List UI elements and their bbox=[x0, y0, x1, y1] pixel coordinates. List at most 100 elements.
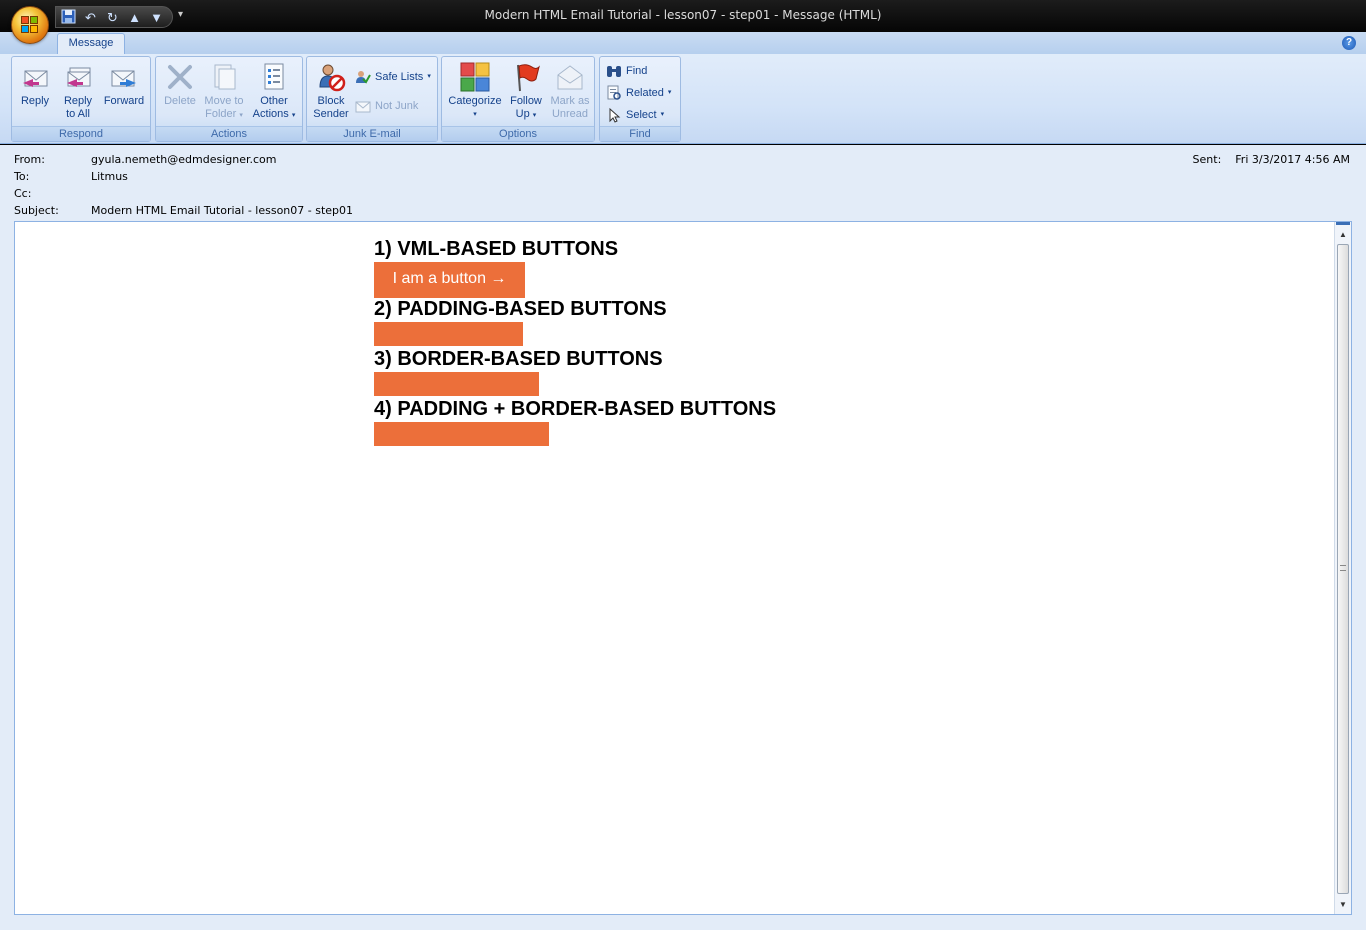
other-actions-button[interactable]: Other Actions ▾ bbox=[250, 61, 298, 122]
other-actions-icon bbox=[258, 61, 290, 93]
related-label: Related bbox=[626, 87, 664, 99]
ribbon: Reply Reply to All Forward Respond Delet… bbox=[0, 54, 1366, 144]
sent-value: Fri 3/3/2017 4:56 AM bbox=[1235, 153, 1350, 166]
email-content: 1) VML-BASED BUTTONS I am a button → 2) … bbox=[374, 238, 776, 446]
other-actions-label-2: Actions ▾ bbox=[252, 108, 296, 120]
move-to-label-1: Move to bbox=[204, 95, 244, 107]
mark-as-unread-button[interactable]: Mark as Unread bbox=[548, 61, 592, 121]
select-label: Select bbox=[626, 109, 657, 121]
reply-button[interactable]: Reply bbox=[18, 61, 52, 108]
group-options-label: Options bbox=[442, 126, 594, 141]
vml-button[interactable]: I am a button → bbox=[374, 262, 525, 298]
forward-label: Forward bbox=[103, 95, 145, 107]
reply-all-button[interactable]: Reply to All bbox=[60, 61, 96, 121]
select-button[interactable]: Select ▾ bbox=[606, 106, 664, 124]
other-actions-label-1: Other bbox=[260, 95, 288, 107]
follow-up-label-1: Follow bbox=[510, 95, 542, 107]
scroll-down-icon[interactable]: ▼ bbox=[1338, 900, 1348, 910]
group-options: Categorize ▾ Follow Up ▾ Mark as Unread … bbox=[441, 56, 595, 142]
forward-icon bbox=[108, 61, 140, 93]
cc-label: Cc: bbox=[14, 187, 32, 200]
group-junk-email: Block Sender Safe Lists ▾ Not Junk ↘ Jun… bbox=[306, 56, 438, 142]
chevron-down-icon: ▾ bbox=[667, 89, 672, 96]
next-item-icon[interactable]: ▼ bbox=[148, 9, 165, 26]
customize-toolbar-icon[interactable]: ▾ bbox=[178, 9, 183, 20]
follow-up-label-2: Up ▾ bbox=[515, 108, 537, 120]
related-button[interactable]: Related ▾ bbox=[606, 84, 671, 102]
delete-label: Delete bbox=[164, 95, 196, 107]
group-actions-label: Actions bbox=[156, 126, 302, 141]
from-label: From: bbox=[14, 153, 45, 166]
group-find: Find Related ▾ Select ▾ Find bbox=[599, 56, 681, 142]
scrollbar-thumb[interactable] bbox=[1337, 244, 1349, 894]
heading-padding-buttons: 2) PADDING-BASED BUTTONS bbox=[374, 298, 667, 320]
border-button[interactable] bbox=[374, 372, 539, 396]
window-title: Modern HTML Email Tutorial - lesson07 - … bbox=[484, 8, 882, 22]
quick-access-toolbar: ↶ ↻ ▲ ▼ bbox=[55, 6, 173, 28]
group-junk-label: Junk E-mail bbox=[307, 126, 437, 141]
mark-as-unread-label-2: Unread bbox=[551, 108, 589, 120]
follow-up-button[interactable]: Follow Up ▾ bbox=[506, 61, 546, 122]
reply-all-icon bbox=[62, 61, 94, 93]
group-find-label: Find bbox=[600, 126, 680, 141]
move-to-label-2: Folder ▾ bbox=[205, 108, 243, 120]
group-actions: Delete Move to Folder ▾ Other Actions ▾ … bbox=[155, 56, 303, 142]
reply-icon bbox=[19, 61, 51, 93]
not-junk-label: Not Junk bbox=[375, 100, 419, 112]
mark-as-unread-label-1: Mark as bbox=[550, 95, 590, 107]
message-header: From: gyula.nemeth@edmdesigner.com To: L… bbox=[0, 145, 1366, 221]
vertical-scrollbar[interactable]: ▲ ▼ bbox=[1334, 222, 1351, 914]
safe-lists-icon bbox=[355, 69, 371, 85]
binoculars-icon bbox=[606, 63, 622, 79]
office-button[interactable] bbox=[11, 6, 49, 44]
scrollbar-grip-icon bbox=[1340, 565, 1346, 571]
ribbon-tab-row: Message ? bbox=[0, 32, 1366, 55]
chevron-down-icon: ▾ bbox=[660, 111, 665, 118]
reply-all-label-2: to All bbox=[66, 108, 90, 120]
delete-button[interactable]: Delete bbox=[161, 61, 199, 108]
previous-item-icon[interactable]: ▲ bbox=[126, 9, 143, 26]
cursor-icon bbox=[606, 107, 622, 123]
block-sender-icon bbox=[315, 61, 347, 93]
message-body[interactable]: 1) VML-BASED BUTTONS I am a button → 2) … bbox=[14, 221, 1352, 915]
reply-label: Reply bbox=[20, 95, 50, 107]
categorize-icon bbox=[459, 61, 491, 93]
sent-row: Sent: Fri 3/3/2017 4:56 AM bbox=[1193, 153, 1350, 166]
move-to-folder-button[interactable]: Move to Folder ▾ bbox=[201, 61, 247, 122]
office-logo-icon bbox=[21, 16, 39, 34]
subject-value: Modern HTML Email Tutorial - lesson07 - … bbox=[91, 204, 354, 217]
group-respond: Reply Reply to All Forward Respond bbox=[11, 56, 151, 142]
title-bar: Modern HTML Email Tutorial - lesson07 - … bbox=[0, 0, 1366, 32]
related-icon bbox=[606, 85, 622, 101]
block-sender-label-1: Block bbox=[317, 95, 345, 107]
delete-icon bbox=[164, 61, 196, 93]
forward-button[interactable]: Forward bbox=[101, 61, 147, 108]
find-button[interactable]: Find bbox=[606, 62, 647, 80]
flag-icon bbox=[510, 61, 542, 93]
categorize-button[interactable]: Categorize ▾ bbox=[446, 61, 504, 121]
block-sender-label-2: Sender bbox=[313, 108, 349, 120]
categorize-label: Categorize bbox=[448, 95, 502, 107]
padding-border-button[interactable] bbox=[374, 422, 549, 446]
scrollbar-top-marker bbox=[1336, 222, 1350, 225]
padding-button[interactable] bbox=[374, 322, 523, 346]
move-to-folder-icon bbox=[208, 61, 240, 93]
to-value[interactable]: Litmus bbox=[91, 170, 128, 183]
undo-icon[interactable]: ↶ bbox=[82, 9, 99, 26]
not-junk-button[interactable]: Not Junk bbox=[355, 97, 418, 115]
heading-border-buttons: 3) BORDER-BASED BUTTONS bbox=[374, 348, 663, 370]
find-label: Find bbox=[626, 65, 648, 77]
scroll-up-icon[interactable]: ▲ bbox=[1338, 230, 1348, 240]
save-icon[interactable] bbox=[60, 9, 77, 26]
tab-message[interactable]: Message bbox=[57, 33, 125, 55]
block-sender-button[interactable]: Block Sender bbox=[311, 61, 351, 121]
help-icon[interactable]: ? bbox=[1342, 36, 1356, 50]
group-respond-label: Respond bbox=[12, 126, 150, 141]
from-value[interactable]: gyula.nemeth@edmdesigner.com bbox=[91, 153, 277, 166]
safe-lists-label: Safe Lists bbox=[375, 71, 424, 83]
heading-padding-border-buttons: 4) PADDING + BORDER-BASED BUTTONS bbox=[374, 398, 777, 420]
reply-all-label-1: Reply bbox=[63, 95, 93, 107]
safe-lists-button[interactable]: Safe Lists ▾ bbox=[355, 68, 431, 86]
chevron-down-icon: ▾ bbox=[427, 73, 431, 80]
redo-icon[interactable]: ↻ bbox=[104, 9, 121, 26]
